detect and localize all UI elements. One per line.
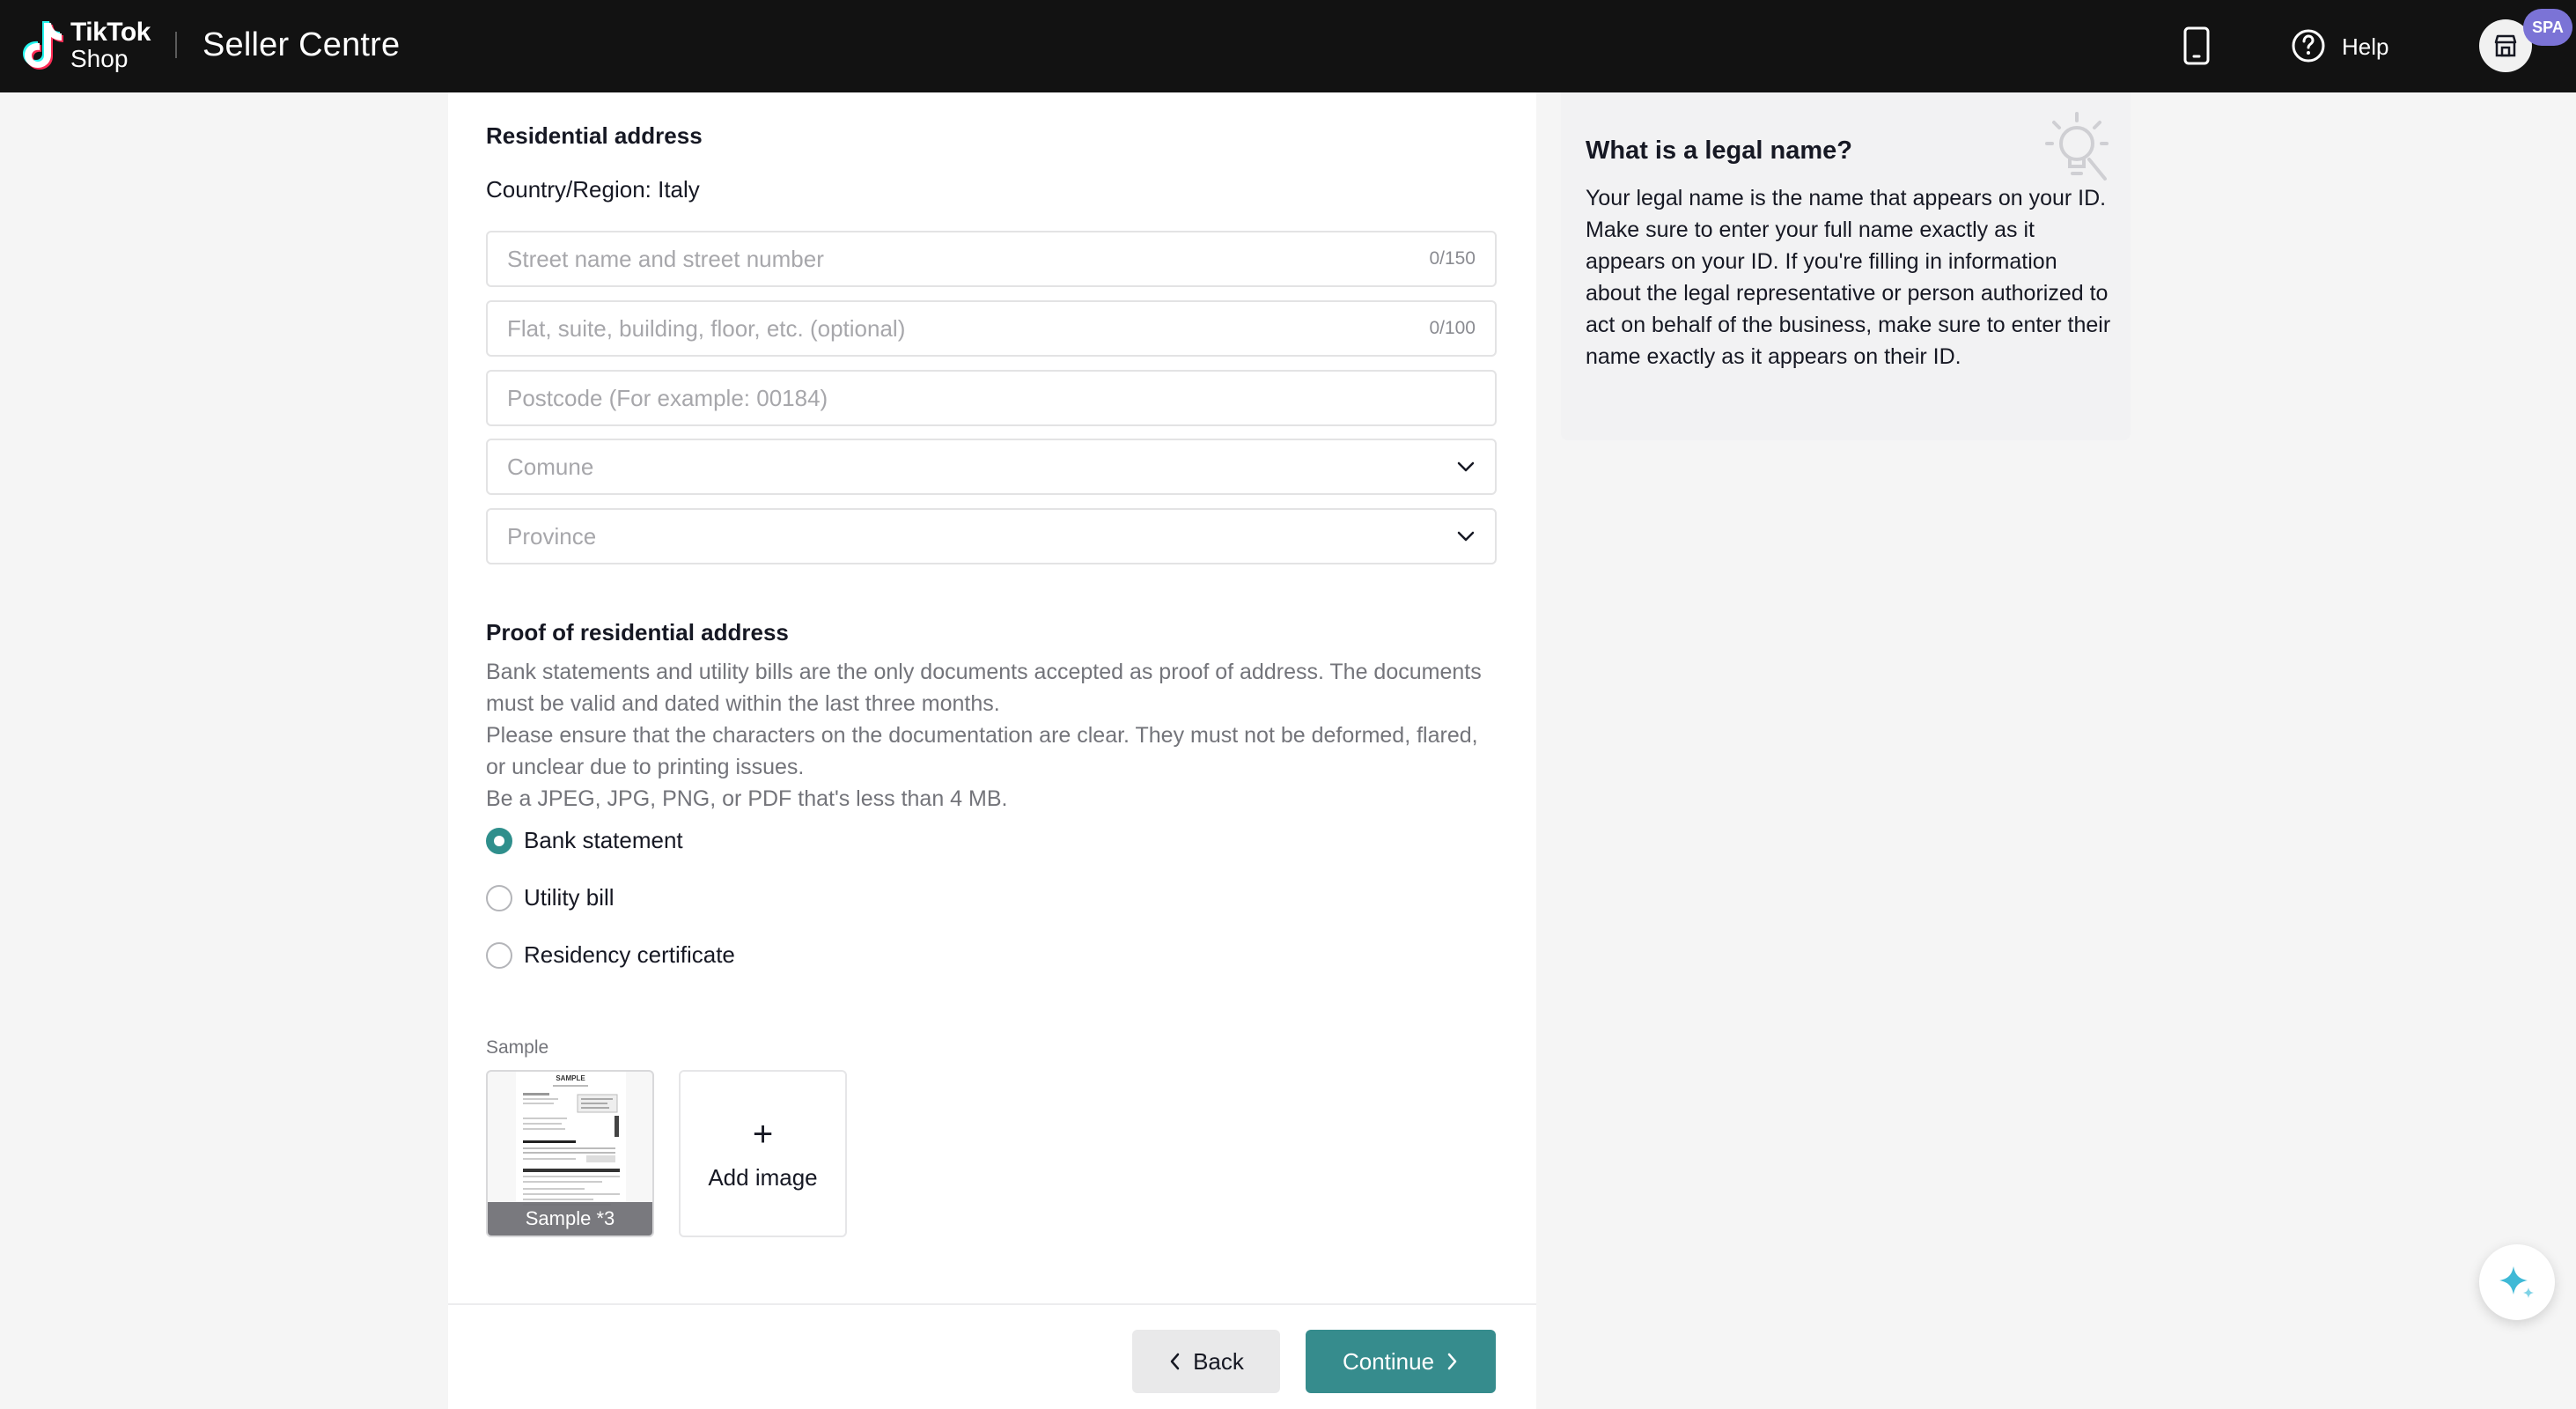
radio-button-selected[interactable] (486, 827, 512, 854)
sample-document-thumbnail[interactable]: SAMPLE Sample *3 (486, 1070, 654, 1237)
lightbulb-icon (2045, 112, 2109, 181)
postcode-field[interactable]: Postcode (For example: 00184) (486, 370, 1497, 426)
add-image-label: Add image (708, 1163, 818, 1191)
help-circle-icon[interactable] (2291, 28, 2326, 63)
proof-description-line: Bank statements and utility bills are th… (486, 660, 1482, 716)
postcode-placeholder: Postcode (For example: 00184) (507, 384, 828, 411)
tip-title: What is a legal name? (1586, 136, 1852, 165)
radio-label: Utility bill (524, 884, 615, 911)
street-field[interactable]: Street name and street number 0/150 (486, 231, 1497, 287)
chevron-down-icon (1457, 461, 1475, 472)
back-label: Back (1193, 1347, 1244, 1375)
province-select[interactable]: Province (486, 508, 1497, 564)
radio-button[interactable] (486, 884, 512, 911)
proof-description-line: Be a JPEG, JPG, PNG, or PDF that's less … (486, 786, 1008, 811)
flat-field[interactable]: Flat, suite, building, floor, etc. (opti… (486, 300, 1497, 357)
chevron-right-icon (1447, 1353, 1457, 1370)
province-placeholder: Province (507, 522, 597, 550)
proof-description: Bank statements and utility bills are th… (486, 656, 1498, 815)
logo-wordmark-shop: Shop (70, 44, 129, 72)
chevron-left-icon (1170, 1353, 1180, 1370)
sample-document-graphic: SAMPLE (516, 1072, 626, 1217)
header-divider (175, 32, 177, 58)
flat-placeholder: Flat, suite, building, floor, etc. (opti… (507, 314, 906, 342)
radio-label: Residency certificate (524, 941, 735, 968)
comune-select[interactable]: Comune (486, 439, 1497, 495)
mobile-phone-icon[interactable] (2182, 26, 2212, 65)
flat-char-counter: 0/100 (1429, 318, 1476, 338)
continue-button[interactable]: Continue (1306, 1330, 1496, 1393)
ai-assistant-button[interactable] (2479, 1244, 2555, 1320)
street-char-counter: 0/150 (1429, 248, 1476, 269)
form-footer: Back Continue (448, 1303, 1536, 1409)
radio-residency-certificate[interactable]: Residency certificate (486, 941, 735, 969)
country-region-text: Country/Region: Italy (486, 176, 700, 203)
logo-wordmark-tiktok: TikTok (70, 17, 151, 47)
residential-address-title: Residential address (486, 122, 703, 149)
chevron-down-icon (1457, 531, 1475, 542)
proof-description-line: Please ensure that the characters on the… (486, 723, 1478, 779)
top-navigation-bar: TikTok Shop Seller Centre Help SPA (0, 0, 2576, 92)
sample-label: Sample (486, 1037, 549, 1058)
continue-label: Continue (1342, 1347, 1435, 1375)
tip-body: Your legal name is the name that appears… (1586, 186, 2111, 369)
radio-button[interactable] (486, 941, 512, 969)
sparkle-icon (2499, 1266, 2534, 1298)
radio-bank-statement[interactable]: Bank statement (486, 827, 683, 854)
product-title: Seller Centre (202, 26, 401, 63)
add-image-button[interactable]: + Add image (679, 1070, 847, 1237)
sample-document-image: SAMPLE (516, 1072, 626, 1217)
plus-icon: + (752, 1114, 774, 1154)
account-badge: SPA (2523, 9, 2572, 46)
proof-of-address-title: Proof of residential address (486, 619, 789, 645)
help-link[interactable]: Help (2342, 33, 2388, 61)
tiktok-shop-logo[interactable]: TikTok Shop (21, 18, 151, 72)
tiktok-logo-icon (23, 21, 63, 70)
comune-placeholder: Comune (507, 453, 594, 480)
sample-caption: Sample *3 (488, 1202, 652, 1236)
legal-name-tip-card: What is a legal name? Your legal name is… (1561, 92, 2131, 440)
radio-label: Bank statement (524, 827, 683, 853)
verification-form-card: Residential address Country/Region: Ital… (448, 92, 1536, 1409)
store-icon (2494, 34, 2517, 57)
street-placeholder: Street name and street number (507, 245, 824, 272)
sample-doc-heading: SAMPLE (556, 1074, 585, 1082)
back-button[interactable]: Back (1132, 1330, 1280, 1393)
radio-utility-bill[interactable]: Utility bill (486, 884, 615, 911)
